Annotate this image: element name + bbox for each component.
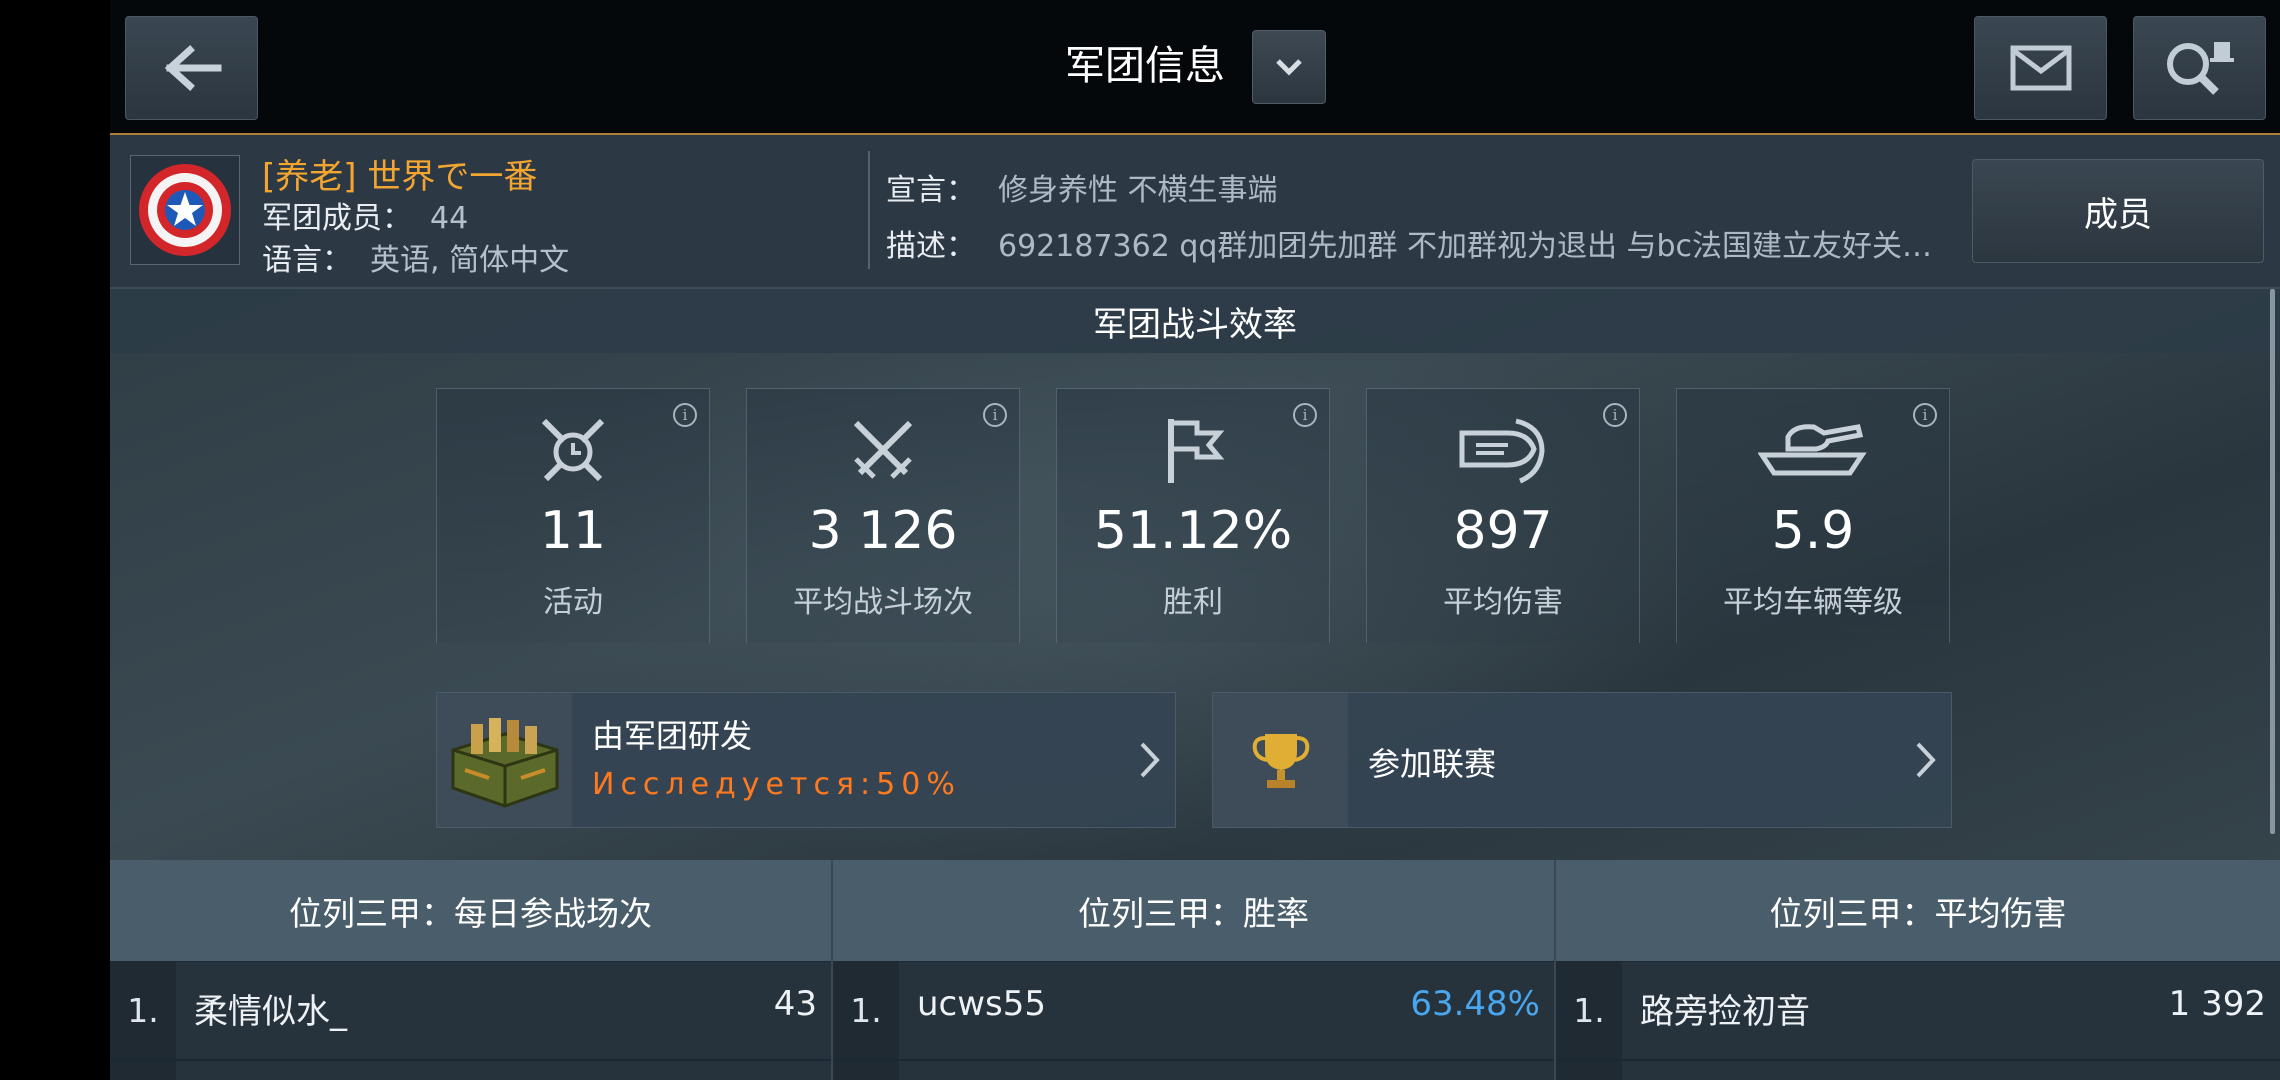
- table-row[interactable]: [110, 1061, 831, 1080]
- flag-icon: [1168, 419, 1225, 483]
- stat-value: 897: [1453, 501, 1553, 561]
- motto-value: 修身养性 不横生事端: [998, 173, 1278, 208]
- arrow-left-icon: [164, 45, 221, 91]
- stat-value: 11: [539, 501, 607, 561]
- stat-card-avg-damage: i 897 平均伤害: [1366, 388, 1640, 643]
- clan-language-line: 语言： 英语, 简体中文: [262, 235, 569, 279]
- header-divider: [868, 151, 870, 269]
- join-league-banner[interactable]: 参加联赛: [1212, 692, 1952, 828]
- stat-card-activity: i 11 活动: [436, 388, 710, 643]
- table-row[interactable]: 1. ucws55 63.48%: [833, 962, 1554, 1059]
- leaderboard-title: 位列三甲：胜率: [833, 860, 1554, 961]
- search-icon: [2166, 42, 2234, 95]
- table-row[interactable]: 1. 路旁捡初音 1 392: [1556, 962, 2280, 1059]
- language-label: 语言：: [262, 243, 352, 278]
- clan-header: [养老] 世界で一番 军团成员： 44 语言： 英语, 简体中文 宣言： 修身养性 不…: [110, 135, 2280, 289]
- efficiency-title: 军团战斗效率: [110, 289, 2280, 353]
- stat-label: 活动: [543, 585, 603, 620]
- stat-card-avg-battles: i 3 126 平均战斗场次: [746, 388, 1020, 643]
- stat-card-win-rate: i 51.12% 胜利: [1056, 388, 1330, 643]
- chevron-right-icon: [1916, 742, 1936, 778]
- top-bar: 军团信息: [110, 0, 2280, 135]
- clan-motto-line: 宣言： 修身养性 不横生事端: [886, 165, 1278, 209]
- stat-label: 平均战斗场次: [793, 585, 973, 620]
- league-title: 参加联赛: [1368, 745, 1497, 783]
- table-row[interactable]: [833, 1061, 1554, 1080]
- members-label: 军团成员：: [262, 201, 412, 236]
- player-value: 63.48%: [1410, 984, 1540, 1024]
- motto-label: 宣言：: [886, 173, 976, 208]
- leaderboard-daily-battles: 位列三甲：每日参战场次 1. 柔情似水_ 43: [110, 860, 831, 1080]
- leaderboard-avg-damage: 位列三甲：平均伤害 1. 路旁捡初音 1 392: [1556, 860, 2280, 1080]
- clan-description-line: 描述： 692187362 qq群加团先加群 不加群视为退出 与bc法国建立友好关…: [886, 221, 1932, 265]
- mail-icon: [2010, 45, 2071, 91]
- page-title: 军团信息: [1065, 43, 1225, 89]
- stat-label: 胜利: [1163, 585, 1223, 620]
- clan-research-banner[interactable]: 由军团研发 Исследуется:50%: [436, 692, 1176, 828]
- shield-star-emblem-icon: [139, 164, 231, 256]
- back-button[interactable]: [125, 16, 258, 120]
- activity-clock-swords-icon: [541, 418, 605, 482]
- stat-value: 5.9: [1771, 501, 1855, 561]
- stat-label: 平均伤害: [1443, 585, 1563, 620]
- trophy-icon: [1252, 734, 1309, 788]
- clan-name: [养老] 世界で一番: [262, 157, 538, 197]
- clan-members-line: 军团成员： 44: [262, 193, 468, 237]
- shell-damage-icon: [1459, 418, 1545, 484]
- research-crate-thumbnail: [437, 693, 572, 827]
- members-count: 44: [430, 201, 469, 236]
- clan-efficiency-section: 军团战斗效率 i 11 活动 i 3 126 平均战斗场次 i 51.12% 胜…: [110, 289, 2280, 860]
- description-value: 692187362 qq群加团先加群 不加群视为退出 与bc法国建立友好关…: [998, 229, 1933, 264]
- table-row[interactable]: [1556, 1061, 2280, 1080]
- player-name: ucws55: [917, 984, 1047, 1024]
- tank-icon: [1758, 424, 1867, 476]
- research-title: 由军团研发: [592, 717, 753, 755]
- supply-crate-icon: [451, 718, 558, 808]
- rank-number: 1.: [833, 962, 899, 1059]
- player-name: 路旁捡初音: [1640, 992, 1810, 1032]
- leaderboard-title: 位列三甲：平均伤害: [1556, 860, 2280, 961]
- player-value: 1 392: [2168, 984, 2266, 1024]
- leaderboard-title: 位列三甲：每日参战场次: [110, 860, 831, 961]
- members-button[interactable]: 成员: [1972, 159, 2264, 263]
- player-value: 43: [773, 984, 817, 1024]
- mail-button[interactable]: [1974, 16, 2107, 120]
- player-name: 柔情似水_: [194, 992, 347, 1032]
- search-clan-button[interactable]: [2133, 16, 2266, 120]
- description-label: 描述：: [886, 229, 976, 264]
- top-three-leaderboards: 位列三甲：每日参战场次 1. 柔情似水_ 43 位列三甲：胜率 1. ucws5…: [110, 860, 2280, 1080]
- crossed-swords-icon: [853, 420, 913, 479]
- stat-card-avg-tier: i 5.9 平均车辆等级: [1676, 388, 1950, 643]
- rank-number: 1.: [1556, 962, 1622, 1059]
- leaderboard-win-rate: 位列三甲：胜率 1. ucws55 63.48%: [833, 860, 1554, 1080]
- table-row[interactable]: 1. 柔情似水_ 43: [110, 962, 831, 1059]
- title-dropdown-button[interactable]: [1252, 30, 1326, 104]
- stat-value: 3 126: [808, 501, 958, 561]
- language-value: 英语, 简体中文: [370, 243, 570, 278]
- clan-emblem: [130, 155, 240, 265]
- chevron-down-icon: [1276, 59, 1302, 76]
- stat-label: 平均车辆等级: [1723, 585, 1903, 620]
- chevron-right-icon: [1140, 742, 1160, 778]
- rank-number: 1.: [110, 962, 176, 1059]
- research-status: Исследуется:50%: [592, 767, 961, 802]
- stat-value: 51.12%: [1093, 501, 1293, 561]
- trophy-thumbnail: [1213, 693, 1348, 827]
- scrollbar[interactable]: [2270, 289, 2275, 834]
- clan-info-screen: 军团信息 [养老] 世界で一番 军团成员： 44 语言： 英语, 简体中文 宣言…: [110, 0, 2280, 1080]
